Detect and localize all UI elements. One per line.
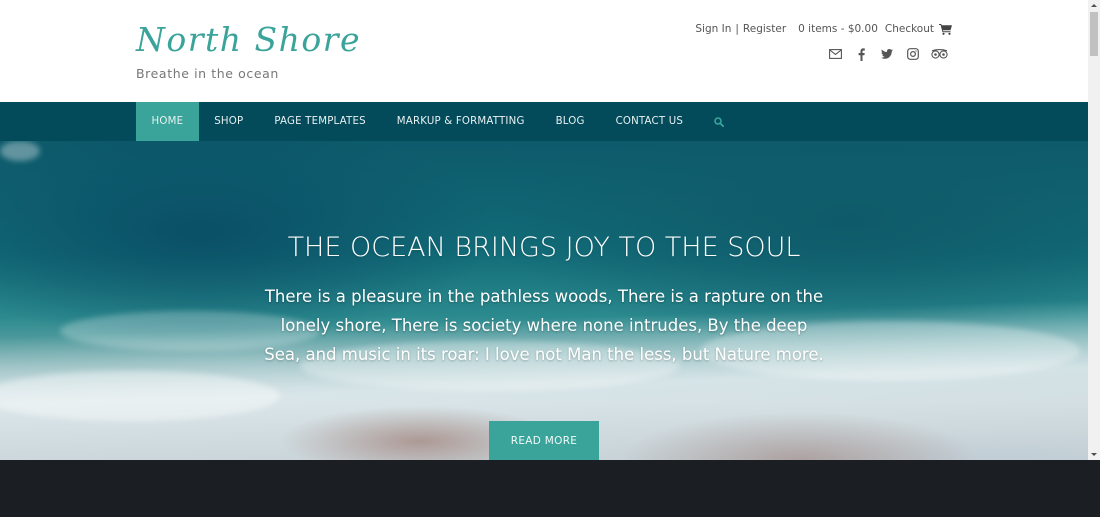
scrollbar-thumb[interactable]: [1090, 12, 1098, 56]
account-links: Sign In | Register 0 items - $0.00 Check…: [695, 23, 952, 35]
hero-banner: THE OCEAN BRINGS JOY TO THE SOUL There i…: [0, 141, 1088, 460]
shopping-cart-icon[interactable]: [939, 23, 952, 35]
read-more-button[interactable]: READ MORE: [489, 421, 599, 460]
cart-summary-link[interactable]: 0 items - $0.00: [798, 23, 878, 35]
nav-item-shop[interactable]: SHOP: [199, 102, 259, 141]
site-header: North Shore Breathe in the ocean Sign In…: [0, 0, 1088, 102]
instagram-icon[interactable]: [900, 46, 926, 62]
site-logo[interactable]: North Shore: [136, 20, 361, 59]
envelope-icon[interactable]: [822, 46, 848, 62]
register-link[interactable]: Register: [743, 23, 786, 35]
nav-item-page-templates[interactable]: PAGE TEMPLATES: [259, 102, 381, 141]
hero-title: THE OCEAN BRINGS JOY TO THE SOUL: [287, 232, 801, 263]
facebook-icon[interactable]: [848, 46, 874, 62]
sign-in-link[interactable]: Sign In: [695, 23, 731, 35]
link-separator: |: [735, 23, 739, 35]
page: North Shore Breathe in the ocean Sign In…: [0, 0, 1088, 460]
scroll-down-arrow-icon[interactable]: [1088, 449, 1100, 460]
nav-item-markup-formatting[interactable]: MARKUP & FORMATTING: [381, 102, 540, 141]
foam-texture: [0, 371, 280, 421]
social-links: [822, 46, 952, 62]
tripadvisor-icon[interactable]: [926, 46, 952, 62]
vertical-scrollbar[interactable]: [1088, 0, 1100, 460]
checkout-link[interactable]: Checkout: [885, 23, 934, 35]
footer-band: [0, 460, 1100, 517]
hero-text: There is a pleasure in the pathless wood…: [264, 287, 824, 364]
site-tagline: Breathe in the ocean: [136, 66, 279, 81]
nav-item-home[interactable]: HOME: [136, 102, 199, 141]
main-nav: HOME SHOP PAGE TEMPLATES MARKUP & FORMAT…: [0, 102, 1088, 141]
search-icon[interactable]: [699, 102, 739, 141]
nav-item-contact-us[interactable]: CONTACT US: [600, 102, 698, 141]
nav-item-blog[interactable]: BLOG: [540, 102, 600, 141]
foam-texture: [0, 141, 40, 161]
twitter-icon[interactable]: [874, 46, 900, 62]
scroll-up-arrow-icon[interactable]: [1088, 0, 1100, 11]
